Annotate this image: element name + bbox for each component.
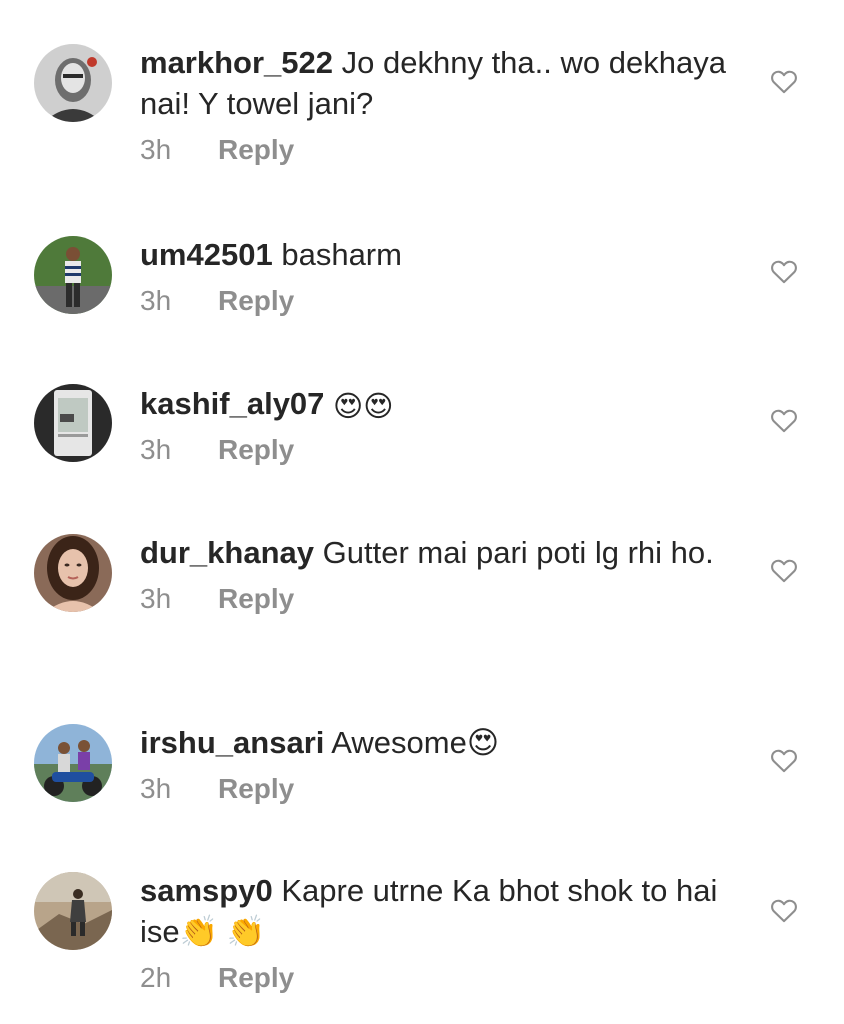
heart-outline-icon[interactable] bbox=[770, 258, 798, 284]
comment-body: basharm bbox=[281, 237, 402, 272]
comment-body: Gutter mai pari poti lg rhi ho. bbox=[322, 535, 714, 570]
heart-outline-icon[interactable] bbox=[770, 557, 798, 583]
comment-time: 3h bbox=[140, 285, 172, 316]
comment-username[interactable]: dur_khanay bbox=[140, 535, 314, 570]
reply-button[interactable]: Reply bbox=[218, 134, 294, 165]
avatar[interactable] bbox=[34, 534, 112, 612]
comment-meta: 3h Reply bbox=[140, 772, 740, 806]
comment-body: Awesome😍 bbox=[331, 725, 500, 760]
comment-username[interactable]: samspy0 bbox=[140, 873, 273, 908]
comment-time: 3h bbox=[140, 773, 172, 804]
reply-button[interactable]: Reply bbox=[218, 773, 294, 804]
comment-meta: 3h Reply bbox=[140, 133, 740, 167]
comment-username[interactable]: um42501 bbox=[140, 237, 273, 272]
comment-time: 3h bbox=[140, 583, 172, 614]
avatar[interactable] bbox=[34, 724, 112, 802]
avatar[interactable] bbox=[34, 236, 112, 314]
heart-outline-icon[interactable] bbox=[770, 747, 798, 773]
reply-button[interactable]: Reply bbox=[218, 434, 294, 465]
reply-button[interactable]: Reply bbox=[218, 583, 294, 614]
avatar[interactable] bbox=[34, 44, 112, 122]
comment-meta: 3h Reply bbox=[140, 582, 740, 616]
heart-outline-icon[interactable] bbox=[770, 897, 798, 923]
avatar[interactable] bbox=[34, 872, 112, 950]
comment-body: 😍😍 bbox=[333, 391, 394, 423]
heart-outline-icon[interactable] bbox=[770, 68, 798, 94]
comment-time: 2h bbox=[140, 962, 172, 993]
comment-username[interactable]: markhor_522 bbox=[140, 45, 333, 80]
comment-text: kashif_aly07 😍😍 bbox=[140, 383, 740, 424]
comment-meta: 3h Reply bbox=[140, 284, 740, 318]
comment-text: irshu_ansari Awesome😍 bbox=[140, 722, 740, 763]
reply-button[interactable]: Reply bbox=[218, 962, 294, 993]
comment-text: dur_khanay Gutter mai pari poti lg rhi h… bbox=[140, 532, 740, 573]
comment-meta: 2h Reply bbox=[140, 961, 740, 995]
comment-text: samspy0 Kapre utrne Ka bhot shok to hai … bbox=[140, 870, 740, 952]
comment-username[interactable]: kashif_aly07 bbox=[140, 386, 324, 421]
comments-list: markhor_522 Jo dekhny tha.. wo dekhaya n… bbox=[0, 0, 844, 1024]
comment-time: 3h bbox=[140, 134, 172, 165]
comment-username[interactable]: irshu_ansari bbox=[140, 725, 324, 760]
avatar[interactable] bbox=[34, 384, 112, 462]
comment-meta: 3h Reply bbox=[140, 433, 740, 467]
heart-outline-icon[interactable] bbox=[770, 407, 798, 433]
comment-text: um42501 basharm bbox=[140, 234, 740, 275]
comment-time: 3h bbox=[140, 434, 172, 465]
comment-text: markhor_522 Jo dekhny tha.. wo dekhaya n… bbox=[140, 42, 740, 124]
reply-button[interactable]: Reply bbox=[218, 285, 294, 316]
